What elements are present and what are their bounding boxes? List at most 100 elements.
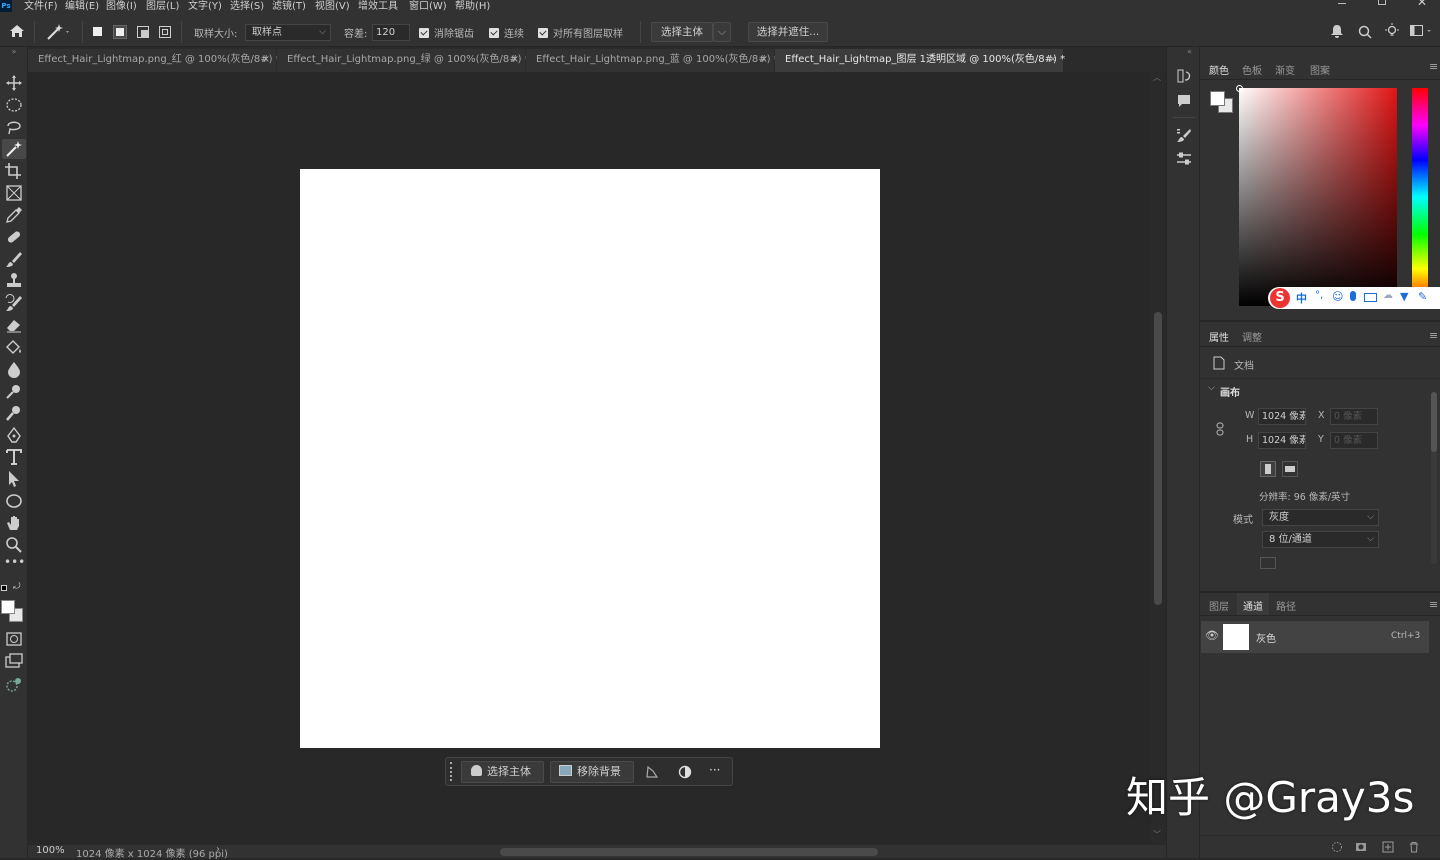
dodge-tool-icon[interactable] [4,382,24,400]
color-mode-select[interactable]: 灰度 ⌵ [1262,509,1379,526]
intersect-selection-icon[interactable] [159,26,171,38]
search-icon[interactable] [1358,25,1372,39]
eye-visibility-icon[interactable]: 👁 [1205,629,1219,642]
ctx-select-subject-button[interactable]: 选择主体 [461,761,544,783]
pen-tool-icon[interactable] [4,426,24,444]
menu-select[interactable]: 选择(S) [230,0,264,12]
close-tab-icon[interactable]: × [511,49,519,71]
zoom-tool-icon[interactable] [4,536,24,554]
comments-panel-icon[interactable] [1176,93,1192,109]
horizontal-scroll-thumb[interactable] [500,848,878,856]
x-input[interactable]: 0 像素 [1330,408,1378,425]
panel-menu-icon[interactable]: ≡ [1429,329,1438,342]
menu-edit[interactable]: 编辑(E) [65,0,99,12]
sample-size-select[interactable]: 取样点 ⌵ [245,24,331,41]
ime-keyboard-icon[interactable] [1364,293,1377,302]
menu-help[interactable]: 帮助(H) [455,0,490,12]
default-colors-icon[interactable] [1,585,7,591]
tab-document-red[interactable]: Effect_Hair_Lightmap.png_红 @ 100%(灰色/8#)… [28,49,281,72]
menu-type[interactable]: 文字(Y) [188,0,222,12]
landscape-orientation-icon[interactable] [1282,461,1298,477]
edit-toolbar-icon[interactable] [4,676,24,694]
panel-menu-icon[interactable]: ≡ [1429,598,1438,611]
tab-gradients[interactable]: 渐变 [1275,62,1295,77]
expand-panels-icon[interactable]: « [1187,47,1192,56]
discover-bulb-icon[interactable] [1384,23,1400,39]
vertical-scrollbar[interactable]: ︿ ﹀ [1151,72,1166,845]
color-picker-ring[interactable] [1236,85,1243,92]
ime-user-icon[interactable]: ☁ [1383,290,1393,301]
delete-channel-icon[interactable] [1408,841,1420,853]
select-subject-dropdown-icon[interactable]: ⌵ [713,22,731,42]
tab-properties[interactable]: 属性 [1209,329,1229,344]
swap-colors-icon[interactable]: ⤾ [13,582,21,592]
ime-chinese-mode[interactable]: 中 [1296,290,1307,306]
foreground-color-swatch[interactable] [1,600,15,614]
tolerance-input[interactable]: 120 [372,24,410,41]
panel-foreground-color-swatch[interactable] [1210,91,1225,106]
menu-layer[interactable]: 图层(L) [146,0,179,12]
save-selection-as-channel-icon[interactable] [1355,841,1367,853]
marquee-tool-icon[interactable] [4,96,24,114]
y-input[interactable]: 0 像素 [1330,432,1378,449]
sogou-logo-icon[interactable]: S [1270,288,1290,308]
lasso-tool-icon[interactable] [4,118,24,136]
more-tools-icon[interactable]: ••• [4,556,25,572]
scroll-thumb[interactable] [1154,312,1162,605]
adjustment-sliders-icon[interactable] [1176,151,1192,167]
clone-stamp-icon[interactable] [4,272,24,290]
magic-wand-tool-icon[interactable] [46,23,72,41]
restore-icon[interactable] [1378,0,1386,5]
tab-layers[interactable]: 图层 [1209,598,1229,613]
menu-file[interactable]: 文件(F) [24,0,58,12]
menu-filter[interactable]: 滤镜(T) [272,0,306,12]
tab-document-green[interactable]: Effect_Hair_Lightmap.png_绿 @ 100%(灰色/8#)… [277,49,530,72]
minimize-icon[interactable] [1338,3,1346,4]
tab-swatches[interactable]: 色板 [1242,62,1262,77]
zoom-level[interactable]: 100% [36,845,65,856]
hand-tool-icon[interactable] [4,514,24,532]
bit-depth-select[interactable]: 8 位/通道 ⌵ [1262,531,1379,548]
new-selection-icon[interactable] [93,27,102,36]
subtract-selection-icon[interactable] [137,26,149,38]
tab-paths[interactable]: 路径 [1276,598,1296,613]
workspace-icon[interactable] [1410,25,1432,37]
scroll-down-icon[interactable]: ﹀ [1153,829,1161,840]
menu-image[interactable]: 图像(I) [106,0,137,12]
more-options-icon[interactable]: ··· [709,763,720,777]
close-tab-icon[interactable]: × [262,49,270,71]
screen-mode-icon[interactable] [4,652,24,670]
chevron-down-icon[interactable]: ⌵ [1208,383,1215,393]
close-window-icon[interactable]: ✕ [1417,0,1427,9]
scroll-up-icon[interactable]: ︿ [1153,72,1161,83]
tab-document-transparent-area[interactable]: Effect_Hair_Lightmap_图层 1透明区域 @ 100%(灰色/… [775,49,1065,72]
ime-tools-icon[interactable]: ✎ [1418,290,1427,303]
tab-adjustments[interactable]: 调整 [1242,329,1262,344]
tab-color[interactable]: 颜色 [1209,62,1229,77]
ctx-remove-background-button[interactable]: 移除背景 [550,761,634,783]
ime-punctuation-icon[interactable]: °, [1315,290,1323,301]
close-tab-icon[interactable]: × [1049,49,1057,71]
document-canvas[interactable] [300,169,880,748]
properties-scrollbar[interactable] [1431,392,1437,564]
crop-tool-icon[interactable] [4,162,24,180]
notifications-icon[interactable] [1330,24,1344,39]
smudge-tool-icon[interactable] [4,404,24,422]
brush-settings-icon[interactable] [1176,127,1192,143]
history-brush-icon[interactable] [4,294,24,312]
menu-view[interactable]: 视图(V) [315,0,350,12]
photoshop-logo-icon[interactable]: Ps [0,0,12,12]
canvas-color-swatch[interactable] [1260,557,1276,569]
antialias-checkbox[interactable] [419,28,429,38]
portrait-orientation-icon[interactable] [1260,461,1276,477]
width-input[interactable]: 1024 像素 [1258,408,1306,425]
sample-all-layers-checkbox[interactable] [538,28,548,38]
select-subject-button[interactable]: 选择主体 [651,22,713,42]
healing-brush-icon[interactable] [4,228,24,246]
quick-mask-icon[interactable] [4,630,24,648]
history-panel-icon[interactable] [1176,68,1192,84]
select-and-mask-button[interactable]: 选择并遮住... [748,22,828,42]
ime-skin-icon[interactable]: ▼ [1400,290,1408,303]
eyedropper-tool-icon[interactable] [4,206,24,224]
new-channel-icon[interactable] [1382,841,1394,853]
